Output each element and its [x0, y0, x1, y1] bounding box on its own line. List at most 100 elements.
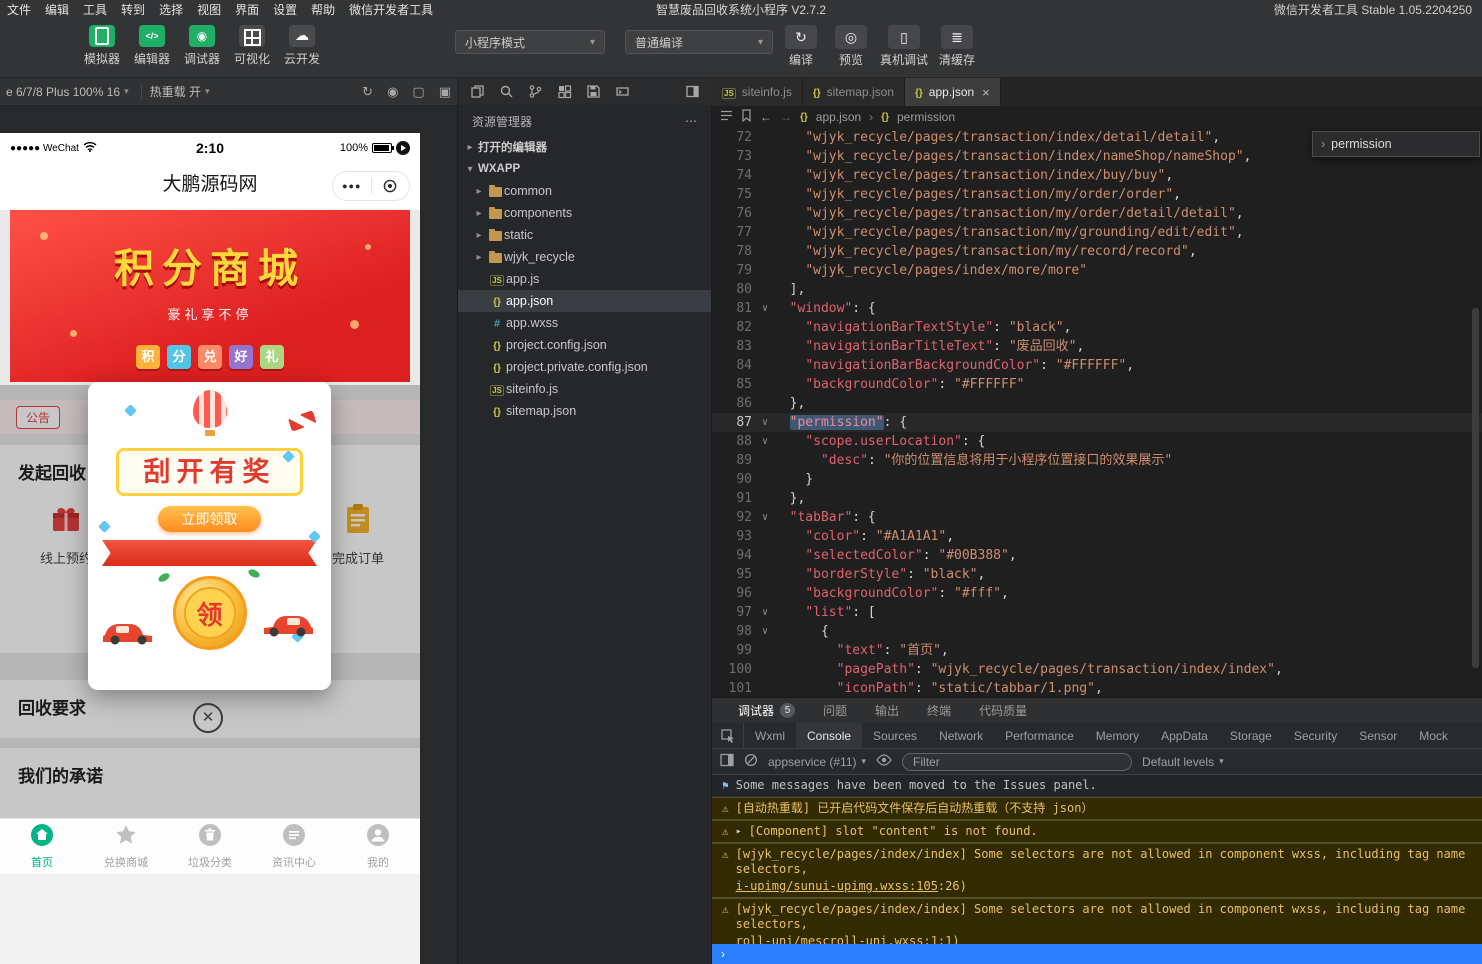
- code-line-100[interactable]: 100 "pagePath": "wjyk_recycle/pages/tran…: [712, 660, 1482, 679]
- menu-item[interactable]: 帮助: [304, 1, 342, 18]
- tab-user[interactable]: 我的: [336, 819, 420, 874]
- tab-trash[interactable]: 垃圾分类: [168, 819, 252, 874]
- code-line-79[interactable]: 79 "wjyk_recycle/pages/index/more/more": [712, 261, 1482, 280]
- gold-coin[interactable]: 领: [173, 576, 247, 650]
- toolbar-debug-button[interactable]: 调试器: [178, 25, 226, 67]
- devtools-tab-network[interactable]: Network: [928, 723, 994, 748]
- devtools-tab-memory[interactable]: Memory: [1085, 723, 1150, 748]
- tree-folder-static[interactable]: ▸static: [458, 224, 711, 246]
- devtools-tab-console[interactable]: Console: [796, 723, 862, 748]
- outline-icon[interactable]: [720, 109, 733, 125]
- code-line-75[interactable]: 75 "wjyk_recycle/pages/transaction/my/or…: [712, 185, 1482, 204]
- tree-file-sitemap-json[interactable]: {}sitemap.json: [458, 400, 711, 422]
- git-branch-icon[interactable]: [528, 84, 543, 99]
- code-line-76[interactable]: 76 "wjyk_recycle/pages/transaction/my/or…: [712, 204, 1482, 223]
- back-icon[interactable]: ←: [760, 110, 772, 124]
- tree-folder-common[interactable]: ▸common: [458, 180, 711, 202]
- code-line-101[interactable]: 101 "iconPath": "static/tabbar/1.png",: [712, 679, 1482, 697]
- console-message[interactable]: ⚠[wjyk_recycle/pages/index/index] Some s…: [712, 843, 1482, 898]
- console-source-link[interactable]: roll-uni/mescroll-uni.wxss:1: [736, 934, 938, 944]
- toolbar-sim-button[interactable]: 模拟器: [78, 25, 126, 67]
- eye-icon[interactable]: [876, 754, 892, 769]
- menu-item[interactable]: 选择: [152, 1, 190, 18]
- tree-file-app-wxss[interactable]: #app.wxss: [458, 312, 711, 334]
- menu-item[interactable]: 微信开发者工具: [342, 1, 440, 18]
- popup-close-button[interactable]: ✕: [193, 703, 223, 733]
- expand-caret-icon[interactable]: ▸: [736, 824, 742, 839]
- code-line-77[interactable]: 77 "wjyk_recycle/pages/transaction/my/gr…: [712, 223, 1482, 242]
- breadcrumb-symbol[interactable]: permission: [897, 110, 955, 124]
- search-icon[interactable]: [499, 84, 514, 99]
- points-mall-banner[interactable]: 积分商城 豪礼享不停 积分兑好礼: [10, 210, 410, 382]
- bookmark-icon[interactable]: [741, 109, 752, 125]
- editor-tab-app-json[interactable]: {}app.json×: [905, 78, 1001, 106]
- tree-folder-wjyk-recycle[interactable]: ▸wjyk_recycle: [458, 246, 711, 268]
- execution-context-select[interactable]: appservice (#11) ▾: [768, 755, 866, 769]
- panel-tab-代码质量[interactable]: 代码质量: [965, 698, 1041, 723]
- editor-tab-siteinfo-js[interactable]: JSsiteinfo.js: [712, 78, 803, 106]
- extensions-icon[interactable]: [557, 84, 572, 99]
- menu-item[interactable]: 界面: [228, 1, 266, 18]
- code-line-99[interactable]: 99 "text": "首页",: [712, 641, 1482, 660]
- forward-icon[interactable]: →: [780, 110, 792, 124]
- devtools-tab-performance[interactable]: Performance: [994, 723, 1085, 748]
- tree-file-project-config-json[interactable]: {}project.config.json: [458, 334, 711, 356]
- menu-item[interactable]: 转到: [114, 1, 152, 18]
- devtools-tab-sensor[interactable]: Sensor: [1348, 723, 1408, 748]
- code-line-86[interactable]: 86 },: [712, 394, 1482, 413]
- code-editor[interactable]: 72 "wjyk_recycle/pages/transaction/index…: [712, 128, 1482, 697]
- code-line-83[interactable]: 83 "navigationBarTitleText": "废品回收",: [712, 337, 1482, 356]
- menu-item[interactable]: 编辑: [38, 1, 76, 18]
- more-actions-icon[interactable]: ⋯: [685, 114, 697, 128]
- console-source-link[interactable]: i-upimg/sunui-upimg.wxss:105: [736, 879, 938, 893]
- devtools-tab-appdata[interactable]: AppData: [1150, 723, 1219, 748]
- code-line-93[interactable]: 93 "color": "#A1A1A1",: [712, 527, 1482, 546]
- devtools-tab-security[interactable]: Security: [1283, 723, 1348, 748]
- toolbar-cloud-button[interactable]: 云开发: [278, 25, 326, 67]
- preview-button[interactable]: ◎预览: [828, 25, 874, 68]
- code-line-90[interactable]: 90 }: [712, 470, 1482, 489]
- code-line-91[interactable]: 91 },: [712, 489, 1482, 508]
- close-icon[interactable]: ×: [982, 85, 990, 100]
- code-line-88[interactable]: 88∨ "scope.userLocation": {: [712, 432, 1482, 451]
- detach-window-icon[interactable]: ▣: [439, 84, 451, 100]
- inspect-element-icon[interactable]: [712, 723, 744, 748]
- panel-tab-终端[interactable]: 终端: [913, 698, 965, 723]
- code-line-92[interactable]: 92∨ "tabBar": {: [712, 508, 1482, 527]
- code-line-85[interactable]: 85 "backgroundColor": "#FFFFFF": [712, 375, 1482, 394]
- toolbar-visual-button[interactable]: 可视化: [228, 25, 276, 67]
- panel-tab-问题[interactable]: 问题: [809, 698, 861, 723]
- device-frame-icon[interactable]: ▢: [412, 84, 424, 100]
- hot-reload-toggle[interactable]: 热重载 开: [150, 83, 201, 100]
- tree-file-project-private-config-json[interactable]: {}project.private.config.json: [458, 356, 711, 378]
- devtools-tab-wxml[interactable]: Wxml: [744, 723, 796, 748]
- code-line-89[interactable]: 89 "desc": "你的位置信息将用于小程序位置接口的效果展示": [712, 451, 1482, 470]
- code-line-97[interactable]: 97∨ "list": [: [712, 603, 1482, 622]
- code-line-74[interactable]: 74 "wjyk_recycle/pages/transaction/index…: [712, 166, 1482, 185]
- toggle-panel-icon[interactable]: [685, 84, 700, 99]
- clearcache-button[interactable]: ≣清缓存: [934, 25, 980, 68]
- compile-mode-select[interactable]: 普通编译 ▾: [625, 30, 773, 54]
- menu-item[interactable]: 视图: [190, 1, 228, 18]
- dock-side-icon[interactable]: [720, 753, 734, 770]
- panel-tab-调试器[interactable]: 调试器5: [724, 698, 809, 723]
- menu-item[interactable]: 文件: [0, 1, 38, 18]
- devtools-tab-sources[interactable]: Sources: [862, 723, 928, 748]
- code-line-78[interactable]: 78 "wjyk_recycle/pages/transaction/my/re…: [712, 242, 1482, 261]
- code-line-84[interactable]: 84 "navigationBarBackgroundColor": "#FFF…: [712, 356, 1482, 375]
- menu-item[interactable]: 设置: [266, 1, 304, 18]
- code-line-80[interactable]: 80 ],: [712, 280, 1482, 299]
- code-line-87[interactable]: 87∨ "permission": {: [712, 413, 1482, 432]
- mode-select[interactable]: 小程序模式 ▾: [455, 30, 605, 54]
- tree-file-siteinfo-js[interactable]: JSsiteinfo.js: [458, 378, 711, 400]
- code-line-95[interactable]: 95 "borderStyle": "black",: [712, 565, 1482, 584]
- code-line-98[interactable]: 98∨ {: [712, 622, 1482, 641]
- compile-button[interactable]: ↻编译: [778, 25, 824, 68]
- console-prompt[interactable]: ›: [712, 944, 1482, 964]
- code-line-81[interactable]: 81∨ "window": {: [712, 299, 1482, 318]
- devtools-tab-storage[interactable]: Storage: [1219, 723, 1283, 748]
- panel-tab-输出[interactable]: 输出: [861, 698, 913, 723]
- tree-folder-components[interactable]: ▸components: [458, 202, 711, 224]
- toolbar-edit-button[interactable]: 编辑器: [128, 25, 176, 67]
- console-message[interactable]: ⚑Some messages have been moved to the Is…: [712, 775, 1482, 797]
